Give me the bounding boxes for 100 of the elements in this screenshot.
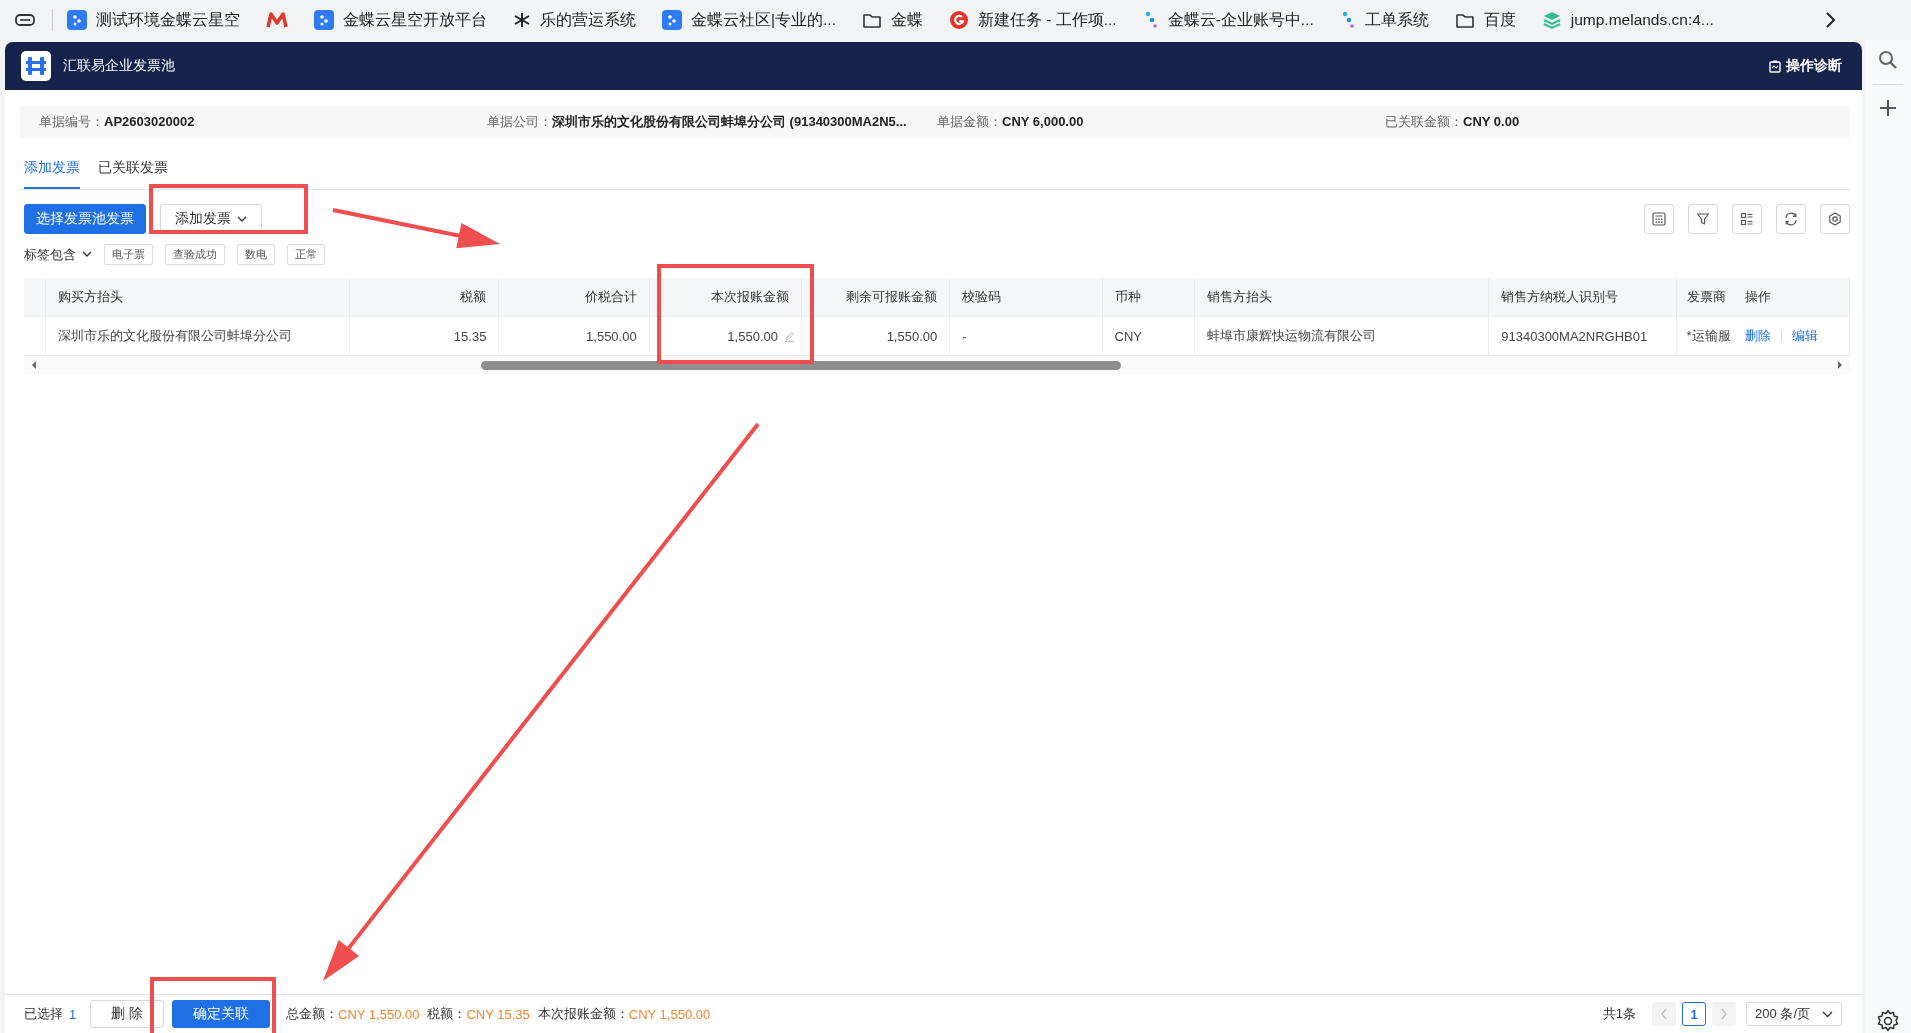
bookmark[interactable]: 金蝶云星空开放平台 xyxy=(314,9,487,31)
column-header: 校验码 xyxy=(949,278,1102,317)
confirm-button[interactable]: 确定关联 xyxy=(172,1000,270,1028)
circle-logo-icon xyxy=(948,10,969,30)
pencil-icon xyxy=(783,330,795,342)
bookmark-label: 测试环境金蝶云星空 xyxy=(96,9,240,30)
table-cell: 15.35 xyxy=(453,328,487,344)
layers-icon xyxy=(1541,10,1562,30)
zigzag-icon xyxy=(266,11,288,29)
column-header: 币种 xyxy=(1102,278,1195,317)
total-count: 共1条 xyxy=(1602,1005,1637,1023)
scroll-left-icon[interactable] xyxy=(30,360,38,370)
refresh-button[interactable] xyxy=(1776,204,1806,234)
info-value: AP2603020002 xyxy=(104,114,195,129)
settings-button[interactable] xyxy=(1820,204,1850,234)
bookmark-label: 新建任务 - 工作项... xyxy=(977,9,1117,30)
row-action-link[interactable]: 删除 xyxy=(1745,327,1772,345)
row-action-link[interactable]: 编辑 xyxy=(1792,327,1819,345)
bookmark-label: 金蝶云星空开放平台 xyxy=(343,9,487,30)
editable-cell[interactable]: 1,550.00 xyxy=(727,328,795,344)
tab[interactable]: 已关联发票 xyxy=(98,148,168,189)
refresh-icon xyxy=(1784,212,1798,226)
bookmark-label: 乐的营运系统 xyxy=(540,9,636,30)
page-size-select[interactable]: 200 条/页 xyxy=(1746,1002,1842,1026)
folder-icon xyxy=(861,11,882,29)
info-label: 单据编号： xyxy=(39,114,104,129)
search-icon[interactable] xyxy=(1878,50,1898,70)
tab-icon[interactable] xyxy=(14,12,36,28)
summary-value: CNY 1,550.00 xyxy=(338,1006,420,1022)
bookmark[interactable]: 测试环境金蝶云星空 xyxy=(67,9,240,31)
chevron-right-icon xyxy=(1720,1008,1729,1020)
bookmark-label: 金蝶云社区|专业的... xyxy=(691,9,836,30)
select-invoice-button[interactable]: 选择发票池发票 xyxy=(24,204,146,234)
column-header: 本次报账金额 xyxy=(649,278,802,317)
page-button[interactable]: 1 xyxy=(1682,1002,1707,1026)
summary-label: 总金额： xyxy=(286,1005,338,1023)
info-value: 深圳市乐的文化股份有限公司蚌埠分公司 (91340300MA2N5... xyxy=(552,114,907,129)
tag-filter-label[interactable]: 标签包含 xyxy=(24,245,76,264)
column-header: 价税合计 xyxy=(498,278,650,317)
asterisk-icon xyxy=(513,11,531,29)
settings-icon[interactable] xyxy=(1876,1009,1900,1033)
column-header: 税额 xyxy=(349,278,499,317)
plus-icon[interactable] xyxy=(1879,99,1897,117)
scroll-right-icon[interactable] xyxy=(1836,360,1844,370)
summary-value: CNY 1,550.00 xyxy=(628,1006,711,1022)
table-cell: 深圳市乐的文化股份有限公司蚌埠分公司 xyxy=(57,328,292,343)
chevron-left-icon xyxy=(1660,1008,1669,1020)
calculator-button[interactable] xyxy=(1644,204,1674,234)
bookmark-label: 金蝶 xyxy=(890,9,923,30)
clipboard-icon xyxy=(1769,59,1781,73)
bookmark-label: jump.melands.cn:4... xyxy=(1570,11,1714,29)
column-header: 销售方抬头 xyxy=(1194,278,1489,317)
filter-button[interactable] xyxy=(1688,204,1718,234)
bookmark[interactable]: 新建任务 - 工作项... xyxy=(948,9,1117,31)
table-cell: CNY xyxy=(1114,328,1142,344)
logo-icon xyxy=(21,51,51,81)
summary-label: 本次报账金额： xyxy=(537,1005,629,1023)
table-cell: 1,550.00 xyxy=(586,328,637,344)
selected-count: 1 xyxy=(69,1006,77,1022)
selected-label: 已选择 xyxy=(24,1005,63,1023)
table-cell: 91340300MA2NRGHB01 xyxy=(1501,328,1648,344)
bookmark[interactable]: 金蝶 xyxy=(861,9,923,31)
bookmark[interactable]: jump.melands.cn:4... xyxy=(1541,10,1714,30)
delete-button[interactable]: 删 除 xyxy=(90,1000,164,1028)
bookmark-label: 工单系统 xyxy=(1364,9,1429,30)
tab[interactable]: 添加发票 xyxy=(24,148,80,189)
settings-icon xyxy=(1828,212,1842,226)
bookmark[interactable]: 工单系统 xyxy=(1339,9,1429,31)
app-icon xyxy=(67,10,87,30)
scrollbar-thumb[interactable] xyxy=(481,360,1121,370)
bookmark-label: 金蝶云-企业账号中... xyxy=(1167,9,1314,30)
table-cell: - xyxy=(962,328,967,344)
table-cell: *运输服 xyxy=(1686,328,1731,343)
bookmark[interactable]: 金蝶云社区|专业的... xyxy=(662,9,836,31)
bookmark[interactable]: 百度 xyxy=(1454,9,1516,31)
table-cell: 蚌埠市康辉快运物流有限公司 xyxy=(1206,328,1376,343)
tag-chip[interactable]: 电子票 xyxy=(104,244,153,265)
tag-chip[interactable]: 查验成功 xyxy=(165,244,225,265)
info-label: 单据公司： xyxy=(487,114,552,129)
column-header: 销售方纳税人识别号 xyxy=(1488,278,1677,317)
app-icon xyxy=(662,10,682,30)
columns-button[interactable] xyxy=(1732,204,1762,234)
app-title: 汇联易企业发票池 xyxy=(63,57,175,75)
column-header: 操作 xyxy=(1735,278,1850,317)
info-value: CNY 6,000.00 xyxy=(1002,114,1084,129)
filter-icon xyxy=(1696,212,1710,226)
tag-chip[interactable]: 数电 xyxy=(237,244,275,265)
caret-icon xyxy=(82,251,92,258)
tag-chip[interactable]: 正常 xyxy=(287,244,325,265)
diagnose-button[interactable]: 操作诊断 xyxy=(1769,57,1842,75)
chevron-right-icon[interactable] xyxy=(1823,10,1837,30)
bookmark[interactable] xyxy=(266,11,288,29)
column-header: 发票商 xyxy=(1676,278,1736,317)
app-icon xyxy=(314,10,334,30)
bookmark[interactable]: 金蝶云-企业账号中... xyxy=(1142,9,1314,31)
info-label: 已关联金额： xyxy=(1385,114,1463,129)
summary-value: CNY 15.35 xyxy=(466,1006,530,1022)
calculator-icon xyxy=(1652,212,1666,226)
list-icon xyxy=(1740,212,1754,226)
bookmark[interactable]: 乐的营运系统 xyxy=(513,9,636,31)
